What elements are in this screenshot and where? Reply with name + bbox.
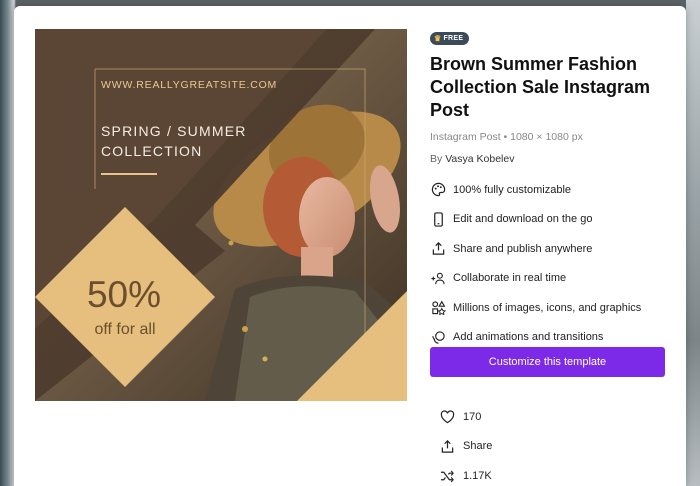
heart-icon	[439, 409, 455, 425]
palette-icon	[430, 182, 446, 198]
remix-button[interactable]: 1.17K	[439, 461, 492, 486]
feature-label: Share and publish anywhere	[453, 242, 593, 255]
feature-item: 100% fully customizable	[430, 175, 666, 205]
feature-item: Collaborate in real time	[430, 264, 666, 294]
customize-template-button[interactable]: Customize this template	[430, 347, 665, 377]
feature-label: Collaborate in real time	[453, 272, 567, 285]
feature-item: Share and publish anywhere	[430, 234, 666, 264]
collaborate-icon	[430, 270, 446, 286]
share-button[interactable]: Share	[439, 432, 492, 462]
template-site-url: WWW.REALLYGREATSITE.COM	[101, 79, 278, 91]
free-badge-label: FREE	[443, 35, 464, 42]
author-line: By Vasya Kobelev	[430, 153, 666, 165]
remix-count: 1.17K	[463, 469, 492, 482]
feature-label: Add animations and transitions	[453, 331, 604, 344]
feature-item: Edit and download on the go	[430, 205, 666, 235]
animation-icon	[430, 329, 446, 345]
template-preview-image[interactable]: WWW.REALLYGREATSITE.COM SPRING / SUMMER …	[35, 29, 407, 401]
free-badge: ♛ FREE	[430, 32, 470, 45]
like-button[interactable]: 170	[439, 402, 492, 432]
template-details: ♛ FREE Brown Summer Fashion Collection S…	[430, 28, 666, 352]
template-discount-value: 50%	[86, 274, 162, 315]
share-label: Share	[463, 440, 493, 453]
feature-item: Millions of images, icons, and graphics	[430, 293, 666, 323]
template-stats: 170 Share 1.17K	[439, 402, 492, 486]
feature-list: 100% fully customizable Edit and downloa…	[430, 175, 666, 352]
feature-label: 100% fully customizable	[453, 183, 572, 196]
template-headline: SPRING / SUMMER COLLECTION	[101, 123, 247, 159]
template-title: Brown Summer Fashion Collection Sale Ins…	[430, 54, 651, 120]
author-prefix: By	[430, 153, 443, 165]
template-discount-label: off for all	[94, 321, 156, 338]
shuffle-icon	[439, 468, 455, 484]
like-count: 170	[463, 410, 482, 423]
crown-icon: ♛	[434, 34, 442, 43]
template-modal: WWW.REALLYGREATSITE.COM SPRING / SUMMER …	[14, 6, 686, 486]
page-backdrop-edge	[686, 0, 700, 486]
elements-icon	[430, 300, 446, 316]
phone-icon	[430, 211, 446, 227]
feature-label: Millions of images, icons, and graphics	[453, 301, 642, 314]
author-name[interactable]: Vasya Kobelev	[445, 153, 514, 165]
template-divider	[101, 173, 157, 175]
share-icon	[439, 438, 455, 454]
feature-label: Edit and download on the go	[453, 213, 593, 226]
share-upload-icon	[430, 241, 446, 257]
template-meta: Instagram Post • 1080 × 1080 px	[430, 131, 583, 143]
